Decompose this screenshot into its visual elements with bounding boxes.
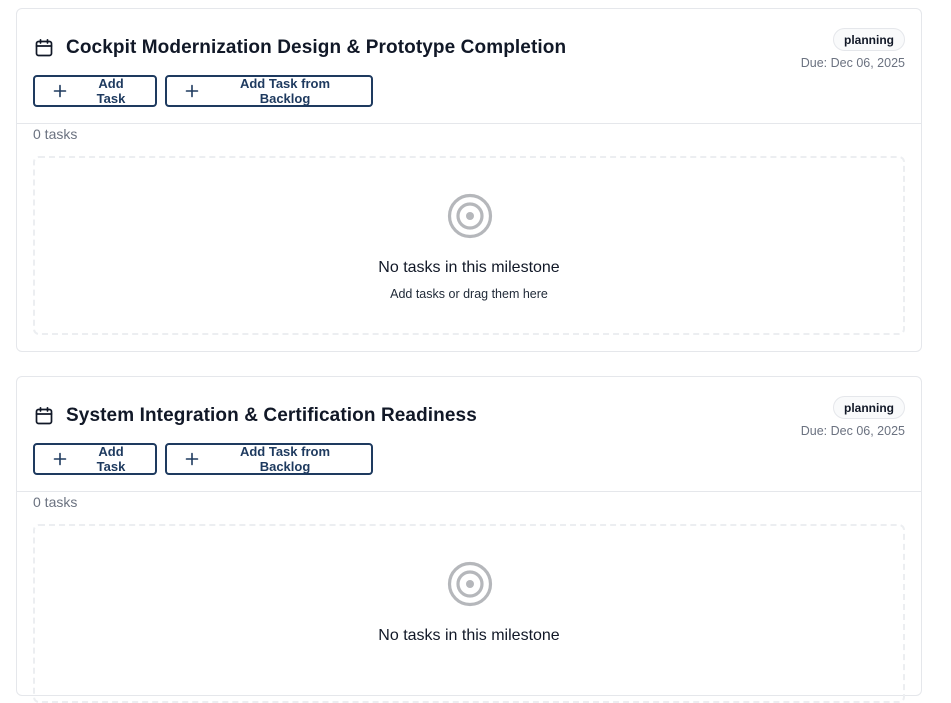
milestone-actions: Add Task Add Task from Backlog bbox=[33, 75, 373, 107]
milestone-title: Cockpit Modernization Design & Prototype… bbox=[66, 37, 567, 58]
add-task-button[interactable]: Add Task bbox=[33, 75, 157, 107]
milestone-card: System Integration & Certification Readi… bbox=[16, 376, 922, 703]
add-task-label: Add Task bbox=[96, 444, 126, 474]
plus-icon bbox=[53, 452, 67, 466]
add-task-from-backlog-button[interactable]: Add Task from Backlog bbox=[165, 443, 373, 475]
target-icon bbox=[447, 561, 493, 607]
add-task-from-backlog-label: Add Task from Backlog bbox=[239, 76, 331, 106]
plus-icon bbox=[185, 452, 199, 466]
empty-state-title: No tasks in this milestone bbox=[378, 627, 560, 644]
milestone-header: Cockpit Modernization Design & Prototype… bbox=[17, 9, 921, 124]
task-dropzone[interactable]: No tasks in this milestone Add tasks or … bbox=[33, 156, 905, 335]
milestone-header: System Integration & Certification Readi… bbox=[17, 377, 921, 492]
task-count: 0 tasks bbox=[33, 126, 78, 142]
status-badge: planning bbox=[833, 396, 905, 419]
due-date: Due: Dec 06, 2025 bbox=[800, 424, 905, 438]
milestone-title-row: System Integration & Certification Readi… bbox=[34, 405, 477, 427]
add-task-button[interactable]: Add Task bbox=[33, 443, 157, 475]
milestone-actions: Add Task Add Task from Backlog bbox=[33, 443, 373, 475]
plus-icon bbox=[53, 84, 67, 98]
plus-icon bbox=[185, 84, 199, 98]
empty-state-title: No tasks in this milestone bbox=[378, 259, 560, 276]
task-dropzone[interactable]: No tasks in this milestone bbox=[33, 524, 905, 703]
calendar-icon bbox=[34, 406, 54, 426]
milestone-card: Cockpit Modernization Design & Prototype… bbox=[16, 8, 922, 352]
due-date: Due: Dec 06, 2025 bbox=[800, 56, 905, 70]
empty-state-subtitle: Add tasks or drag them here bbox=[390, 287, 548, 301]
add-task-label: Add Task bbox=[96, 76, 126, 106]
status-badge: planning bbox=[833, 28, 905, 51]
target-icon bbox=[447, 193, 493, 239]
calendar-icon bbox=[34, 38, 54, 58]
milestone-title-row: Cockpit Modernization Design & Prototype… bbox=[34, 37, 566, 59]
task-count: 0 tasks bbox=[33, 494, 78, 510]
milestone-title: System Integration & Certification Readi… bbox=[66, 405, 477, 426]
add-task-from-backlog-button[interactable]: Add Task from Backlog bbox=[165, 75, 373, 107]
add-task-from-backlog-label: Add Task from Backlog bbox=[239, 444, 331, 474]
